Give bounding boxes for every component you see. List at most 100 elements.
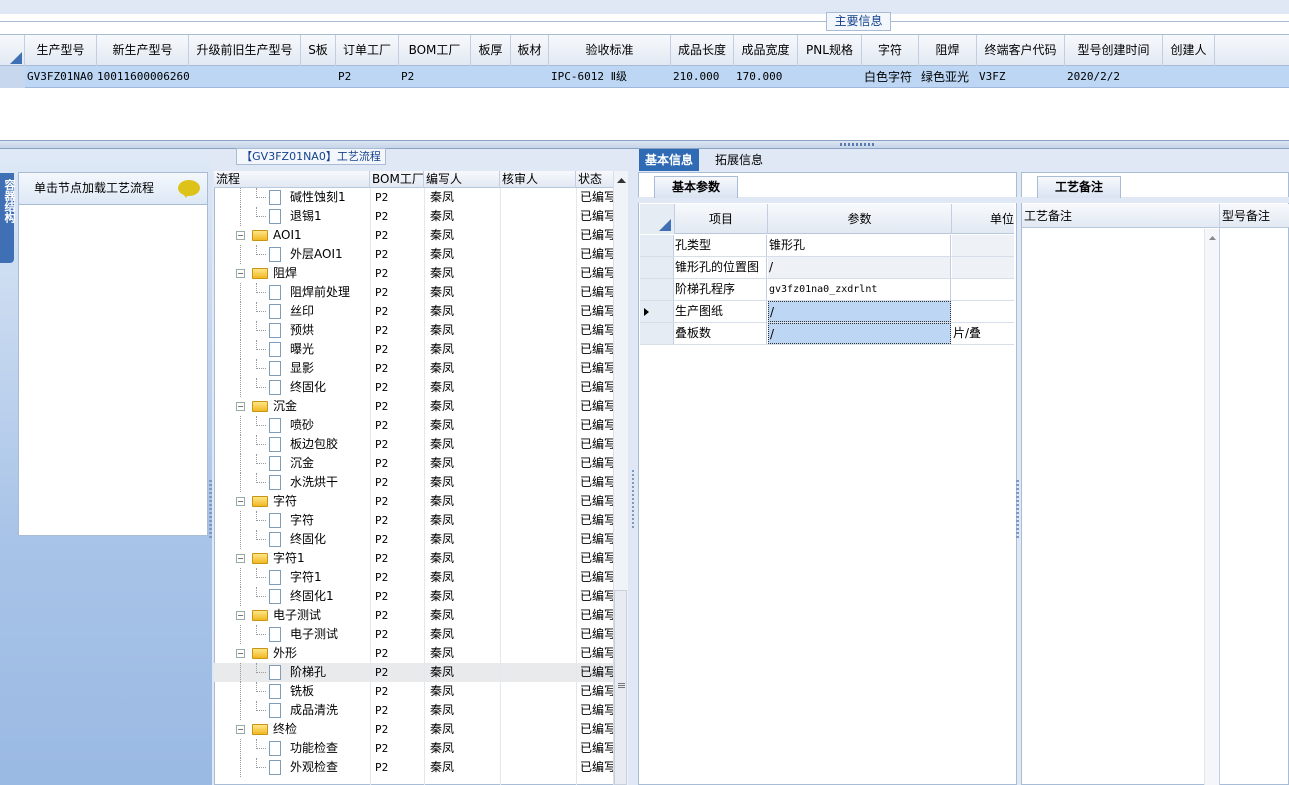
tree-scroll-thumb[interactable]: [614, 590, 627, 785]
col-creator[interactable]: 创建人: [1163, 35, 1215, 66]
param-row[interactable]: 阶梯孔程序 gv3fz01na0_zxdrlnt: [640, 279, 1014, 301]
col-param[interactable]: 参数: [768, 204, 952, 234]
row-header[interactable]: [640, 323, 674, 344]
tree-step-node[interactable]: 阻焊前处理 P2 秦凤 已编写: [214, 283, 614, 302]
tree-folder-node[interactable]: − 外形 P2 秦凤 已编写: [214, 644, 614, 663]
tree-step-node[interactable]: 喷砂 P2 秦凤 已编写: [214, 416, 614, 435]
col-pnl[interactable]: PNL规格: [798, 35, 862, 66]
col-standard[interactable]: 验收标准: [549, 35, 671, 66]
tree-step-node[interactable]: 字符 P2 秦凤 已编写: [214, 511, 614, 530]
col-order-factory[interactable]: 订单工厂: [336, 35, 399, 66]
tree-step-node[interactable]: 终固化1 P2 秦凤 已编写: [214, 587, 614, 606]
col-character[interactable]: 字符: [862, 35, 919, 66]
col-bom-factory[interactable]: BOM工厂: [399, 35, 471, 66]
param-value[interactable]: gv3fz01na0_zxdrlnt: [768, 279, 951, 300]
right-splitter-grip[interactable]: [1016, 480, 1019, 540]
cell-customer-code[interactable]: V3FZ: [977, 66, 1065, 88]
param-row[interactable]: 叠板数 / 片/叠: [640, 323, 1014, 345]
tree-step-node[interactable]: 字符1 P2 秦凤 已编写: [214, 568, 614, 587]
col-width[interactable]: 成品宽度: [734, 35, 798, 66]
tree-folder-node[interactable]: − 字符 P2 秦凤 已编写: [214, 492, 614, 511]
side-tab-container[interactable]: 容器结构: [0, 173, 16, 263]
col-craft-note[interactable]: 工艺备注: [1022, 204, 1218, 228]
cell-order-factory[interactable]: P2: [336, 66, 399, 88]
speech-bubble-icon[interactable]: [178, 180, 200, 198]
param-row[interactable]: 生产图纸 /: [640, 301, 1014, 323]
cell-created[interactable]: 2020/2/2: [1065, 66, 1163, 88]
collapse-icon[interactable]: −: [236, 402, 245, 411]
collapse-icon[interactable]: −: [236, 231, 245, 240]
collapse-icon[interactable]: −: [236, 497, 245, 506]
tree-folder-node[interactable]: − 阻焊 P2 秦凤 已编写: [214, 264, 614, 283]
tree-step-node[interactable]: 电子测试 P2 秦凤 已编写: [214, 625, 614, 644]
tree-step-node[interactable]: 丝印 P2 秦凤 已编写: [214, 302, 614, 321]
tree-step-node[interactable]: 铣板 P2 秦凤 已编写: [214, 682, 614, 701]
tree-step-node[interactable]: 阶梯孔 P2 秦凤 已编写: [214, 663, 614, 682]
tree-step-node[interactable]: 外层AOI1 P2 秦凤 已编写: [214, 245, 614, 264]
col-new-model[interactable]: 新生产型号: [97, 35, 189, 66]
col-model-note[interactable]: 型号备注: [1220, 204, 1288, 228]
param-value[interactable]: /: [768, 323, 951, 344]
cell-old-model[interactable]: [189, 66, 301, 88]
collapse-icon[interactable]: −: [236, 649, 245, 658]
tree-step-node[interactable]: 曝光 P2 秦凤 已编写: [214, 340, 614, 359]
col-reviewer[interactable]: 核审人: [500, 171, 576, 188]
row-header[interactable]: [0, 66, 25, 88]
tree-step-node[interactable]: 外观检查 P2 秦凤 已编写: [214, 758, 614, 777]
cell-length[interactable]: 210.000: [671, 66, 734, 88]
row-header[interactable]: [640, 301, 674, 322]
tree-step-node[interactable]: 终固化 P2 秦凤 已编写: [214, 378, 614, 397]
col-thickness[interactable]: 板厚: [471, 35, 511, 66]
tree-folder-node[interactable]: − 沉金 P2 秦凤 已编写: [214, 397, 614, 416]
cell-model[interactable]: GV3FZ01NA0: [25, 66, 97, 88]
cell-width[interactable]: 170.000: [734, 66, 798, 88]
row-header[interactable]: [640, 235, 674, 256]
tree-step-node[interactable]: 预烘 P2 秦凤 已编写: [214, 321, 614, 340]
tree-step-node[interactable]: 水洗烘干 P2 秦凤 已编写: [214, 473, 614, 492]
col-item[interactable]: 项目: [675, 204, 768, 234]
tree-folder-node[interactable]: − 电子测试 P2 秦凤 已编写: [214, 606, 614, 625]
tree-step-node[interactable]: 功能检查 P2 秦凤 已编写: [214, 739, 614, 758]
collapse-icon[interactable]: −: [236, 725, 245, 734]
tab-basic-params[interactable]: 基本参数: [654, 176, 738, 198]
craft-note-scrollbar[interactable]: [1204, 229, 1219, 785]
param-row[interactable]: 锥形孔的位置图 /: [640, 257, 1014, 279]
horizontal-splitter[interactable]: [0, 140, 1289, 149]
cell-standard[interactable]: IPC-6012 Ⅱ级: [549, 66, 671, 88]
col-solder-mask[interactable]: 阻焊: [919, 35, 977, 66]
tab-basic-info[interactable]: 基本信息: [639, 149, 700, 171]
param-row[interactable]: 孔类型 锥形孔: [640, 235, 1014, 257]
param-value[interactable]: /: [768, 257, 951, 278]
col-bom-factory[interactable]: BOM工厂: [370, 171, 424, 188]
col-old-model[interactable]: 升级前旧生产型号: [189, 35, 301, 66]
tree-folder-node[interactable]: − 字符1 P2 秦凤 已编写: [214, 549, 614, 568]
col-editor[interactable]: 编写人: [424, 171, 500, 188]
tree-step-node[interactable]: 沉金 P2 秦凤 已编写: [214, 454, 614, 473]
tree-step-node[interactable]: 成品清洗 P2 秦凤 已编写: [214, 701, 614, 720]
tree-folder-node[interactable]: − AOI1 P2 秦凤 已编写: [214, 226, 614, 245]
col-unit[interactable]: 单位: [952, 204, 1014, 234]
param-value[interactable]: 锥形孔: [768, 235, 951, 256]
col-length[interactable]: 成品长度: [671, 35, 734, 66]
col-material[interactable]: 板材: [511, 35, 549, 66]
cell-new-model[interactable]: 10011600006260: [95, 66, 189, 88]
collapse-icon[interactable]: −: [236, 269, 245, 278]
cell-character[interactable]: 白色字符: [862, 66, 919, 88]
tab-extended-info[interactable]: 拓展信息: [709, 149, 769, 171]
tree-step-node[interactable]: 碱性蚀刻1 P2 秦凤 已编写: [214, 188, 614, 207]
tree-step-node[interactable]: 显影 P2 秦凤 已编写: [214, 359, 614, 378]
tree-folder-node[interactable]: − 终检 P2 秦凤 已编写: [214, 720, 614, 739]
collapse-icon[interactable]: −: [236, 554, 245, 563]
cell-creator[interactable]: [1163, 66, 1215, 88]
tree-step-node[interactable]: 退锡1 P2 秦凤 已编写: [214, 207, 614, 226]
tab-craft-notes[interactable]: 工艺备注: [1037, 176, 1121, 198]
col-process[interactable]: 流程: [214, 171, 370, 188]
col-model[interactable]: 生产型号: [25, 35, 97, 66]
cell-bom-factory[interactable]: P2: [399, 66, 471, 88]
cell-s-board[interactable]: [301, 66, 336, 88]
row-header[interactable]: [640, 279, 674, 300]
col-customer-code[interactable]: 终端客户代码: [977, 35, 1065, 66]
main-info-row[interactable]: GV3FZ01NA0 10011600006260 P2 P2 IPC-6012…: [0, 66, 1289, 88]
col-status[interactable]: 状态: [576, 171, 614, 188]
col-created[interactable]: 型号创建时间: [1065, 35, 1163, 66]
